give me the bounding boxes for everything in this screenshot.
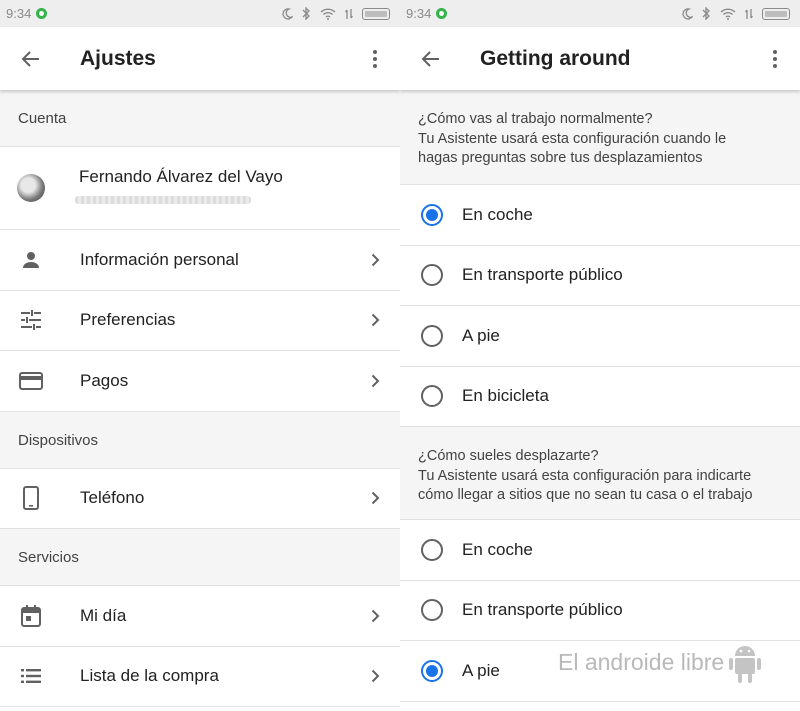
credit-card-icon	[19, 371, 43, 390]
option-travel-en-coche[interactable]: En coche	[400, 520, 800, 581]
option-work-en-bicicleta[interactable]: En bicicleta	[400, 366, 800, 427]
radio-selected[interactable]	[421, 659, 443, 682]
chevron-right-icon	[371, 314, 379, 327]
option-work-a-pie[interactable]: A pie	[400, 306, 800, 367]
wifi-icon	[720, 7, 736, 20]
radio-unselected[interactable]	[421, 324, 443, 347]
moon-icon	[282, 7, 293, 20]
question-help-line: cómo llegar a sitios que no sean tu casa…	[418, 487, 753, 503]
app-bar: Getting around	[400, 27, 800, 90]
row-lista-compra[interactable]: Lista de la compra	[0, 646, 400, 707]
more-options-button[interactable]	[350, 27, 400, 90]
question-help-line: Tu Asistente usará esta configuración cu…	[418, 130, 727, 147]
bluetooth-icon	[302, 7, 310, 20]
radio-unselected[interactable]	[421, 385, 443, 408]
chevron-right-icon	[371, 492, 379, 505]
bluetooth-icon	[702, 7, 710, 20]
calendar-icon	[21, 604, 41, 627]
more-vert-icon	[373, 49, 377, 68]
settings-screen: 9:34 Ajustes Cuenta Fernando Álvarez del…	[0, 0, 400, 711]
option-travel-transporte-publico[interactable]: En transporte público	[400, 580, 800, 641]
watermark-text: El androide libre	[558, 648, 725, 675]
person-icon	[23, 251, 39, 268]
question-general-travel: ¿Cómo sueles desplazarte? Tu Asistente u…	[400, 427, 800, 520]
list-icon	[21, 669, 41, 684]
account-row[interactable]: Fernando Álvarez del Vayo	[0, 147, 400, 230]
arrow-back-icon	[421, 50, 439, 67]
chevron-right-icon	[371, 374, 379, 387]
app-bar: Ajustes	[0, 27, 400, 90]
row-label: Lista de la compra	[80, 666, 219, 686]
more-vert-icon	[773, 49, 777, 68]
row-label: Información personal	[80, 249, 239, 269]
section-header-servicios: Servicios	[0, 529, 400, 586]
option-label: En transporte público	[462, 600, 623, 620]
watermark: El androide libre	[558, 640, 762, 684]
battery-icon	[762, 7, 790, 20]
account-email-redacted	[75, 195, 251, 204]
option-label: En transporte público	[462, 265, 623, 285]
status-bar: 9:34	[0, 0, 400, 27]
question-help-line: Tu Asistente usará esta configuración pa…	[418, 467, 752, 484]
section-header-cuenta: Cuenta	[0, 90, 400, 147]
row-pagos[interactable]: Pagos	[0, 351, 400, 412]
row-mi-dia[interactable]: Mi día	[0, 586, 400, 647]
chevron-right-icon	[371, 253, 379, 266]
page-title: Getting around	[480, 46, 631, 70]
option-label: A pie	[462, 660, 500, 680]
option-work-transporte-publico[interactable]: En transporte público	[400, 245, 800, 306]
section-header-dispositivos: Dispositivos	[0, 411, 400, 469]
row-label: Pagos	[80, 370, 129, 390]
smartphone-icon	[23, 486, 39, 511]
arrow-back-icon	[21, 50, 39, 67]
row-telefono[interactable]: Teléfono	[0, 468, 400, 529]
account-name: Fernando Álvarez del Vayo	[79, 166, 283, 186]
option-label: En coche	[462, 204, 533, 224]
chevron-right-icon	[371, 670, 379, 683]
whatsapp-icon	[436, 8, 448, 19]
option-label: En coche	[462, 539, 533, 559]
status-time: 9:34	[406, 6, 432, 21]
question-work-commute: ¿Cómo vas al trabajo normalmente? Tu Asi…	[400, 90, 800, 185]
wifi-icon	[320, 7, 336, 20]
row-label: Teléfono	[80, 488, 145, 508]
row-informacion-personal[interactable]: Información personal	[0, 230, 400, 291]
getting-around-screen: 9:34 Getting around ¿Cómo vas al trabajo…	[400, 0, 800, 711]
question-title: ¿Cómo vas al trabajo normalmente?	[418, 111, 653, 127]
question-help-line: hagas preguntas sobre tus desplazamiento…	[418, 150, 703, 166]
battery-icon	[362, 7, 390, 20]
more-options-button[interactable]	[750, 27, 800, 90]
row-label: Preferencias	[80, 310, 176, 330]
whatsapp-icon	[36, 8, 48, 19]
moon-icon	[682, 7, 693, 20]
android-robot-icon	[729, 646, 762, 683]
avatar	[17, 174, 45, 202]
radio-selected[interactable]	[421, 203, 443, 226]
page-title: Ajustes	[80, 46, 156, 70]
row-preferencias[interactable]: Preferencias	[0, 290, 400, 351]
tune-icon	[21, 310, 41, 331]
option-label: En bicicleta	[462, 386, 549, 406]
radio-unselected[interactable]	[421, 599, 443, 622]
status-bar: 9:34	[400, 0, 800, 27]
chevron-right-icon	[371, 609, 379, 622]
back-button[interactable]	[0, 27, 62, 90]
option-work-en-coche[interactable]: En coche	[400, 185, 800, 246]
status-time: 9:34	[6, 6, 32, 21]
option-label: A pie	[462, 325, 500, 345]
radio-unselected[interactable]	[421, 264, 443, 287]
row-label: Mi día	[80, 605, 127, 625]
data-icon	[345, 8, 353, 19]
question-title: ¿Cómo sueles desplazarte?	[418, 448, 599, 464]
radio-unselected[interactable]	[421, 538, 443, 561]
back-button[interactable]	[400, 27, 462, 90]
data-icon	[745, 8, 753, 19]
